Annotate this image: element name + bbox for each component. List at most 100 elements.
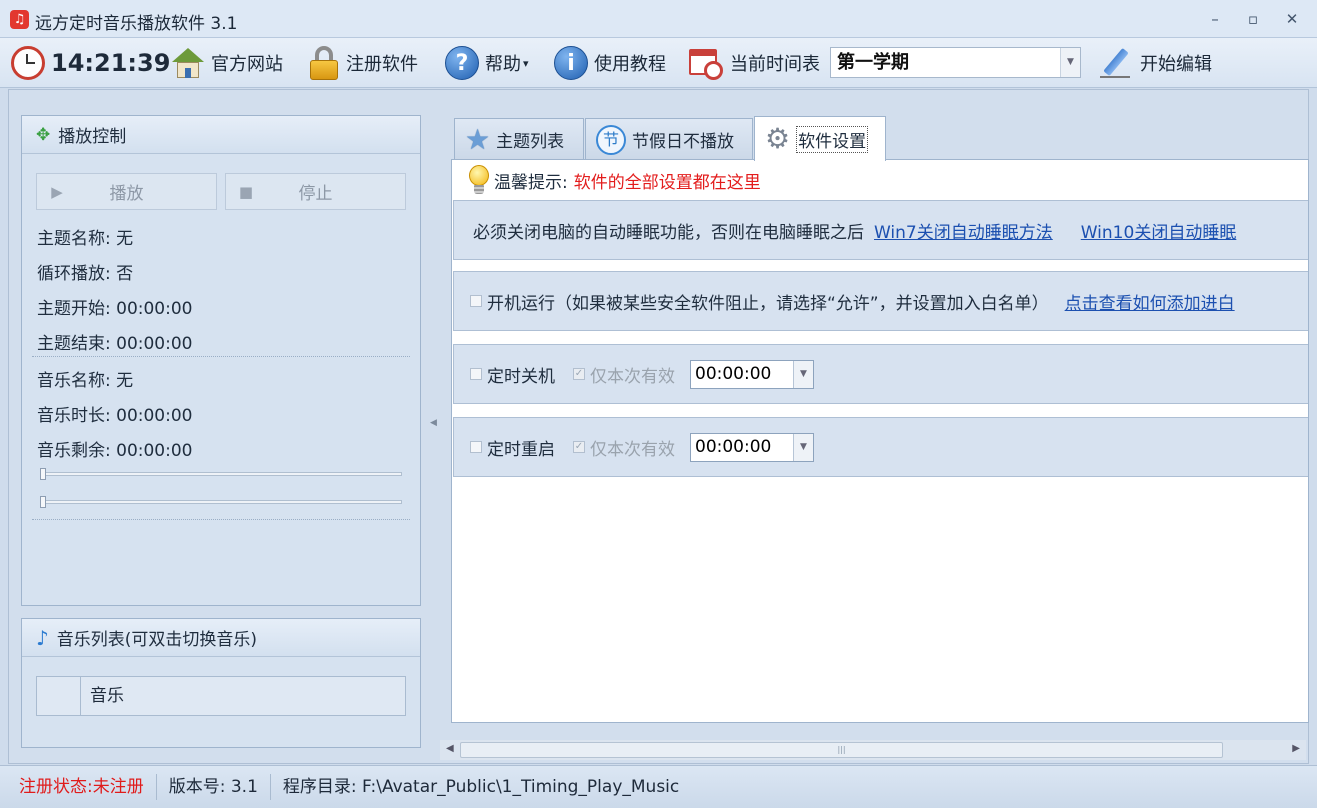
minimize-button[interactable]: – [1204,8,1226,30]
progress-slider[interactable] [40,468,402,480]
dropdown-arrow-icon[interactable]: ▼ [793,360,813,388]
music-list-table[interactable]: 音乐 [36,676,406,716]
play-button-label: 播放 [109,184,144,204]
register-button[interactable]: 注册软件 [308,38,418,88]
schedule-select-value: 第一学期 [837,52,909,73]
version-info: 版本号: 3.1 [157,774,271,800]
shutdown-label: 定时关机 [487,366,555,387]
maximize-button[interactable]: ▫ [1242,8,1264,30]
clock-icon [11,46,45,80]
clock-display: 14:21:39 [11,38,170,88]
title-bar: ♫ 远方定时音乐播放软件 3.1 – ▫ ✕ [0,0,1317,38]
splitter-collapse-icon[interactable]: ◀ [430,418,437,428]
star-icon: ★ [465,122,491,156]
tip-row: 温馨提示: 软件的全部设置都在这里 [468,162,761,198]
music-list-title: 音乐列表(可双击切换音乐) [56,630,258,650]
window-title: 远方定时音乐播放软件 3.1 [35,14,238,34]
shutdown-once-checkbox: ✓ [573,368,585,380]
tutorial-button[interactable]: i 使用教程 [554,38,666,88]
music-list-header: ♪ 音乐列表(可双击切换音乐) [22,619,420,657]
scrollbar-thumb[interactable]: ||| [460,742,1223,758]
start-edit-button[interactable]: 开始编辑 [1098,38,1212,88]
play-control-title: 播放控制 [58,127,127,147]
restart-checkbox[interactable] [470,441,482,453]
holiday-icon: 节 [596,124,626,155]
lock-icon [308,45,340,81]
registration-status: 注册状态:未注册 [0,774,157,800]
scroll-left-icon[interactable]: ◀ [446,743,454,754]
play-control-header: ✥ 播放控制 [22,116,420,154]
toolbar: 14:21:39 官方网站 注册软件 ? 帮助 ▾ i 使用教程 当前时间表 第… [0,38,1317,88]
help-label: 帮助 [485,54,521,75]
shutdown-setting-box: 定时关机 ✓ 仅本次有效 00:00:00 ▼ [453,344,1308,404]
tip-label: 温馨提示: [494,172,568,193]
lightbulb-icon [468,165,489,195]
volume-slider-thumb[interactable] [40,496,46,508]
volume-slider[interactable] [40,496,402,508]
theme-end: 主题结束: 00:00:00 [37,334,193,354]
schedule-label-group: 当前时间表 [688,38,820,88]
help-icon: ? [445,46,479,80]
help-menu-button[interactable]: ? 帮助 ▾ [445,38,529,88]
close-button[interactable]: ✕ [1281,8,1303,30]
select-arrow-icon[interactable]: ▼ [1060,48,1080,77]
play-button[interactable]: ▶ 播放 [36,173,217,210]
win10-sleep-link[interactable]: Win10关闭自动睡眠 [1081,218,1237,243]
home-icon [171,46,205,80]
row-number-column [37,677,81,715]
start-edit-label: 开始编辑 [1140,54,1212,75]
tab-settings-label: 软件设置 [796,125,869,153]
theme-name: 主题名称: 无 [37,229,134,249]
pencil-icon [1098,45,1134,81]
stop-button[interactable]: ■ 停止 [225,173,406,210]
restart-time-input[interactable]: 00:00:00 ▼ [690,432,814,462]
program-directory: 程序目录: F:\Avatar_Public\1_Timing_Play_Mus… [282,777,680,797]
win7-sleep-link[interactable]: Win7关闭自动睡眠方法 [874,218,1053,243]
music-duration: 音乐时长: 00:00:00 [37,406,193,426]
whitelist-help-link[interactable]: 点击查看如何添加进白 [1065,289,1235,314]
shutdown-checkbox[interactable] [470,368,482,380]
horizontal-scrollbar[interactable]: ◀ ||| ▶ [440,740,1306,760]
progress-slider-thumb[interactable] [40,468,46,480]
music-remaining: 音乐剩余: 00:00:00 [37,441,193,461]
shutdown-time-value: 00:00:00 [695,363,772,384]
tab-holiday-label: 节假日不播放 [632,132,734,152]
move-arrows-icon: ✥ [36,124,51,145]
music-list-icon: ♪ [36,625,49,650]
music-name: 音乐名称: 无 [37,371,134,391]
loop-play: 循环播放: 否 [37,264,134,284]
tip-text: 软件的全部设置都在这里 [573,172,761,193]
tab-theme-list-label: 主题列表 [496,132,565,152]
scroll-right-icon[interactable]: ▶ [1292,743,1300,754]
music-list-panel: ♪ 音乐列表(可双击切换音乐) 音乐 [21,618,421,748]
restart-once-checkbox: ✓ [573,441,585,453]
shutdown-time-input[interactable]: 00:00:00 ▼ [690,359,814,389]
shutdown-once-label: 仅本次有效 [590,366,675,387]
schedule-select[interactable]: 第一学期 ▼ [830,47,1081,78]
sleep-notice: 必须关闭电脑的自动睡眠功能，否则在电脑睡眠之后 [473,222,864,243]
tutorial-label: 使用教程 [594,54,666,75]
app-music-icon: ♫ [10,10,29,29]
official-site-button[interactable]: 官方网站 [171,38,283,88]
calendar-clock-icon [688,45,724,81]
tab-theme-list[interactable]: ★ 主题列表 [454,118,584,160]
official-site-label: 官方网站 [211,54,283,75]
dropdown-arrow-icon[interactable]: ▼ [793,433,813,461]
theme-start: 主题开始: 00:00:00 [37,299,193,319]
play-control-panel: ✥ 播放控制 ▶ 播放 ■ 停止 主题名称: 无 循环播放: 否 主题开始: 0… [21,115,421,606]
music-column-header[interactable]: 音乐 [81,677,405,715]
clock-time: 14:21:39 [51,49,171,77]
stop-button-label: 停止 [298,184,333,204]
settings-content: 温馨提示: 软件的全部设置都在这里 必须关闭电脑的自动睡眠功能，否则在电脑睡眠之… [451,159,1309,723]
tab-settings[interactable]: ⚙ 软件设置 [754,116,886,161]
autostart-setting-box: 开机运行（如果被某些安全软件阻止，请选择“允许”，并设置加入白名单） 点击查看如… [453,271,1308,331]
register-label: 注册软件 [346,54,418,75]
restart-once-label: 仅本次有效 [590,439,675,460]
play-icon: ▶ [51,182,63,201]
tab-holiday[interactable]: 节 节假日不播放 [585,118,753,160]
restart-time-value: 00:00:00 [695,436,772,457]
sleep-setting-box: 必须关闭电脑的自动睡眠功能，否则在电脑睡眠之后 Win7关闭自动睡眠方法 Win… [453,200,1308,260]
restart-label: 定时重启 [487,439,555,460]
schedule-label: 当前时间表 [730,54,820,75]
autostart-checkbox[interactable] [470,295,482,307]
